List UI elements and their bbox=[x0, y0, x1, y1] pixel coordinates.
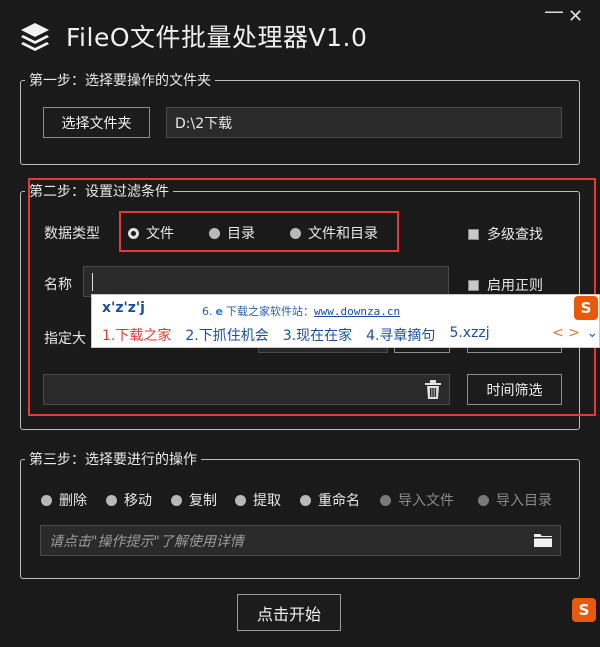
radio-directory-label: 目录 bbox=[227, 226, 255, 242]
ime-candidate[interactable]: 1.下载之家 bbox=[102, 325, 171, 345]
op-rename-label: 重命名 bbox=[318, 493, 360, 509]
ime-hint-url: www.downza.cn bbox=[313, 305, 401, 318]
radio-file-and-directory-label: 文件和目录 bbox=[308, 226, 378, 242]
close-icon[interactable]: ✕ bbox=[568, 8, 583, 26]
radio-file[interactable]: 文件 bbox=[128, 223, 174, 243]
regex-label: 启用正则 bbox=[487, 278, 543, 294]
data-type-label: 数据类型 bbox=[44, 226, 100, 242]
size-label: 指定大 bbox=[44, 331, 86, 347]
folder-path-field[interactable]: D:\2下载 bbox=[166, 107, 562, 138]
title-bar: FileO文件批量处理器V1.0 — ✕ bbox=[0, 0, 600, 64]
radio-file-label: 文件 bbox=[146, 226, 174, 242]
operation-hint-field[interactable]: 请点击"操作提示"了解使用详情 bbox=[40, 525, 561, 556]
app-title: FileO文件批量处理器V1.0 bbox=[66, 23, 368, 52]
op-import-dirs-label: 导入目录 bbox=[496, 493, 552, 509]
text-cursor bbox=[92, 272, 93, 291]
radio-dot bbox=[300, 494, 311, 506]
op-move-label: 移动 bbox=[124, 493, 152, 509]
checkbox-box bbox=[468, 279, 479, 291]
op-import-dirs[interactable]: 导入目录 bbox=[478, 490, 552, 510]
op-delete-label: 删除 bbox=[59, 493, 87, 509]
op-rename[interactable]: 重命名 bbox=[300, 490, 360, 510]
radio-dot bbox=[106, 494, 117, 506]
filter-list-field[interactable] bbox=[43, 374, 450, 405]
folder-icon[interactable] bbox=[533, 531, 553, 549]
radio-dot bbox=[41, 494, 52, 506]
ime-candidates: 1.下载之家 2.下抓住机会 3.现在在家 4.寻章摘句 5.xzzj bbox=[102, 325, 504, 345]
op-delete[interactable]: 删除 bbox=[41, 490, 87, 510]
op-import-files[interactable]: 导入文件 bbox=[380, 490, 454, 510]
layers-logo-icon bbox=[21, 23, 49, 51]
radio-dot bbox=[128, 227, 139, 239]
radio-dot bbox=[380, 494, 391, 506]
sogou-logo-icon[interactable]: S bbox=[572, 598, 596, 622]
ime-candidate-bar: x'z'z'j 6. e 下载之家软件站：www.downza.cn 1.下载之家 … bbox=[91, 294, 600, 348]
ime-candidate[interactable]: 4.寻章摘句 bbox=[366, 325, 435, 345]
sogou-logo-icon[interactable]: S bbox=[574, 296, 598, 320]
op-copy-label: 复制 bbox=[189, 493, 217, 509]
multi-level-label: 多级查找 bbox=[487, 227, 543, 243]
ime-candidate[interactable]: 2.下抓住机会 bbox=[185, 325, 268, 345]
radio-dot bbox=[290, 227, 301, 239]
minimize-icon[interactable]: — bbox=[544, 1, 564, 21]
op-extract[interactable]: 提取 bbox=[235, 490, 281, 510]
ime-hint[interactable]: 6. e 下载之家软件站：www.downza.cn bbox=[202, 303, 400, 319]
op-move[interactable]: 移动 bbox=[106, 490, 152, 510]
start-button[interactable]: 点击开始 bbox=[237, 594, 341, 631]
ime-hint-text: 下载之家软件站： bbox=[225, 305, 314, 318]
op-extract-label: 提取 bbox=[253, 493, 281, 509]
step3-legend: 第三步：选择要进行的操作 bbox=[29, 452, 197, 468]
ime-nav-arrows[interactable]: < > bbox=[552, 325, 580, 341]
op-import-files-label: 导入文件 bbox=[398, 493, 454, 509]
ime-more-icon[interactable]: ⌄ bbox=[586, 325, 598, 341]
radio-file-and-directory[interactable]: 文件和目录 bbox=[290, 223, 378, 243]
op-copy[interactable]: 复制 bbox=[171, 490, 217, 510]
operation-hint-text: 请点击"操作提示"了解使用详情 bbox=[49, 533, 244, 550]
radio-dot bbox=[209, 227, 220, 239]
checkbox-box bbox=[468, 228, 479, 240]
browser-e-icon: e bbox=[215, 305, 223, 318]
radio-dot bbox=[478, 494, 489, 506]
radio-dot bbox=[235, 494, 246, 506]
trash-icon[interactable] bbox=[424, 380, 442, 400]
name-label: 名称 bbox=[44, 277, 72, 293]
name-input[interactable] bbox=[83, 266, 449, 297]
multi-level-checkbox[interactable]: 多级查找 bbox=[468, 224, 543, 244]
select-folder-button[interactable]: 选择文件夹 bbox=[43, 107, 150, 138]
ime-composition: x'z'z'j bbox=[102, 300, 145, 316]
step1-legend: 第一步：选择要操作的文件夹 bbox=[29, 73, 211, 89]
radio-directory[interactable]: 目录 bbox=[209, 223, 255, 243]
ime-candidate[interactable]: 5.xzzj bbox=[449, 325, 489, 345]
ime-candidate[interactable]: 3.现在在家 bbox=[283, 325, 352, 345]
step3-group: 第三步：选择要进行的操作 bbox=[20, 449, 580, 579]
step2-legend: 第二步：设置过滤条件 bbox=[29, 184, 169, 200]
ime-hint-prefix: 6. bbox=[202, 305, 213, 318]
enable-regex-checkbox[interactable]: 启用正则 bbox=[468, 275, 543, 295]
ime-page-nav[interactable]: < > ⌄ bbox=[552, 325, 598, 341]
radio-dot bbox=[171, 494, 182, 506]
time-filter-button[interactable]: 时间筛选 bbox=[467, 374, 562, 405]
